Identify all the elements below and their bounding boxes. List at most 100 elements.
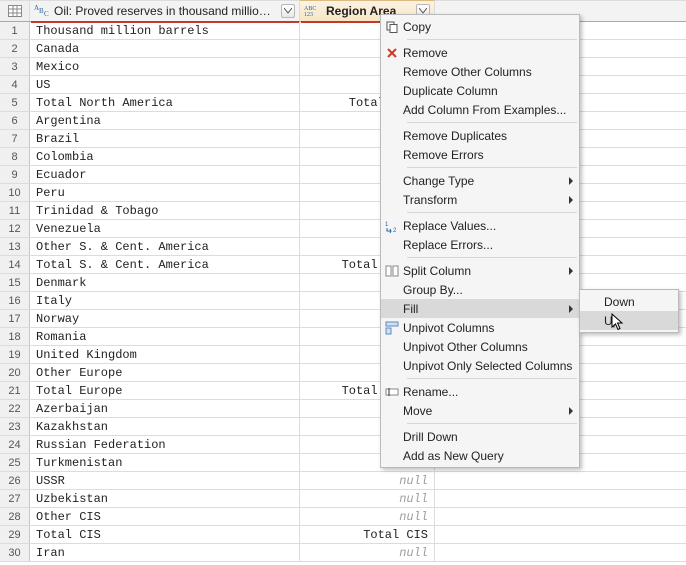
table-row[interactable]: 20Other Europe [0, 364, 686, 382]
cell[interactable]: Venezuela [30, 220, 300, 237]
row-number[interactable]: 25 [0, 454, 30, 471]
row-number[interactable]: 4 [0, 76, 30, 93]
menu-item-replace-values[interactable]: 12Replace Values... [381, 216, 579, 235]
cell[interactable]: null [300, 490, 435, 507]
row-number[interactable]: 11 [0, 202, 30, 219]
row-number[interactable]: 23 [0, 418, 30, 435]
table-row[interactable]: 25Turkmenistannull [0, 454, 686, 472]
row-number[interactable]: 5 [0, 94, 30, 111]
table-row[interactable]: 12Venezuela [0, 220, 686, 238]
cell[interactable]: Other S. & Cent. America [30, 238, 300, 255]
cell[interactable]: Mexico [30, 58, 300, 75]
menu-item-drill-down[interactable]: Drill Down [381, 427, 579, 446]
cell[interactable]: Other CIS [30, 508, 300, 525]
row-number[interactable]: 7 [0, 130, 30, 147]
row-number[interactable]: 26 [0, 472, 30, 489]
menu-item-group-by[interactable]: Group By... [381, 280, 579, 299]
cell[interactable]: null [300, 472, 435, 489]
row-number[interactable]: 9 [0, 166, 30, 183]
row-number[interactable]: 10 [0, 184, 30, 201]
menu-item-duplicate-column[interactable]: Duplicate Column [381, 81, 579, 100]
row-number[interactable]: 14 [0, 256, 30, 273]
table-row[interactable]: 19United Kingdom [0, 346, 686, 364]
cell[interactable]: Kazakhstan [30, 418, 300, 435]
table-row[interactable]: 10Peru [0, 184, 686, 202]
menu-item-unpivot-columns[interactable]: Unpivot Columns [381, 318, 579, 337]
cell[interactable]: Peru [30, 184, 300, 201]
cell[interactable]: Italy [30, 292, 300, 309]
table-row[interactable]: 11Trinidad & Tobago [0, 202, 686, 220]
row-number[interactable]: 20 [0, 364, 30, 381]
table-row[interactable]: 27Uzbekistannull [0, 490, 686, 508]
menu-item-add-as-new-query[interactable]: Add as New Query [381, 446, 579, 465]
table-row[interactable]: 8Colombia [0, 148, 686, 166]
cell[interactable]: Thousand million barrels [30, 22, 300, 39]
table-row[interactable]: 1Thousand million barrels [0, 22, 686, 40]
menu-item-replace-errors[interactable]: Replace Errors... [381, 235, 579, 254]
row-number[interactable]: 21 [0, 382, 30, 399]
table-row[interactable]: 2Canada [0, 40, 686, 58]
cell[interactable]: Total North America [30, 94, 300, 111]
row-number[interactable]: 6 [0, 112, 30, 129]
row-number[interactable]: 16 [0, 292, 30, 309]
menu-item-remove-duplicates[interactable]: Remove Duplicates [381, 126, 579, 145]
cell[interactable]: Denmark [30, 274, 300, 291]
menu-item-add-column-from-examples[interactable]: Add Column From Examples... [381, 100, 579, 119]
table-row[interactable]: 23Kazakhstan [0, 418, 686, 436]
table-row[interactable]: 13Other S. & Cent. America [0, 238, 686, 256]
table-row[interactable]: 29Total CISTotal CIS [0, 526, 686, 544]
cell[interactable]: null [300, 508, 435, 525]
cell[interactable]: Iran [30, 544, 300, 561]
menu-item-unpivot-other-columns[interactable]: Unpivot Other Columns [381, 337, 579, 356]
table-row[interactable]: 7Brazil [0, 130, 686, 148]
table-row[interactable]: 5Total North AmericaTotal North [0, 94, 686, 112]
row-number[interactable]: 8 [0, 148, 30, 165]
cell[interactable]: Norway [30, 310, 300, 327]
cell[interactable]: Other Europe [30, 364, 300, 381]
row-number[interactable]: 28 [0, 508, 30, 525]
menu-item-remove-other-columns[interactable]: Remove Other Columns [381, 62, 579, 81]
cell[interactable]: Total Europe [30, 382, 300, 399]
menu-item-remove-errors[interactable]: Remove Errors [381, 145, 579, 164]
cell[interactable]: Total CIS [30, 526, 300, 543]
row-number[interactable]: 27 [0, 490, 30, 507]
cell[interactable]: Uzbekistan [30, 490, 300, 507]
table-row[interactable]: 30Irannull [0, 544, 686, 562]
cell[interactable]: null [300, 544, 435, 561]
row-number[interactable]: 2 [0, 40, 30, 57]
table-row[interactable]: 22Azerbaijan [0, 400, 686, 418]
cell[interactable]: Russian Federation [30, 436, 300, 453]
table-row[interactable]: 26USSRnull [0, 472, 686, 490]
cell[interactable]: Romania [30, 328, 300, 345]
menu-item-copy[interactable]: Copy [381, 17, 579, 36]
cell[interactable]: Turkmenistan [30, 454, 300, 471]
submenu-item-down[interactable]: Down [580, 292, 678, 311]
table-row[interactable]: 24Russian Federation [0, 436, 686, 454]
table-row[interactable]: 9Ecuador [0, 166, 686, 184]
cell[interactable]: Canada [30, 40, 300, 57]
menu-item-rename[interactable]: Rename... [381, 382, 579, 401]
row-number[interactable]: 29 [0, 526, 30, 543]
cell[interactable]: Colombia [30, 148, 300, 165]
menu-item-move[interactable]: Move [381, 401, 579, 420]
cell[interactable]: Argentina [30, 112, 300, 129]
row-number[interactable]: 24 [0, 436, 30, 453]
row-number[interactable]: 22 [0, 400, 30, 417]
cell[interactable]: USSR [30, 472, 300, 489]
menu-item-unpivot-only-selected-columns[interactable]: Unpivot Only Selected Columns [381, 356, 579, 375]
row-number[interactable]: 18 [0, 328, 30, 345]
row-number[interactable]: 13 [0, 238, 30, 255]
table-row[interactable]: 3Mexico [0, 58, 686, 76]
row-number[interactable]: 1 [0, 22, 30, 39]
table-row[interactable]: 4US [0, 76, 686, 94]
table-row[interactable]: 6Argentina [0, 112, 686, 130]
table-row[interactable]: 28Other CISnull [0, 508, 686, 526]
menu-item-remove[interactable]: Remove [381, 43, 579, 62]
row-number[interactable]: 15 [0, 274, 30, 291]
menu-item-fill[interactable]: Fill [381, 299, 579, 318]
cell[interactable]: United Kingdom [30, 346, 300, 363]
menu-item-change-type[interactable]: Change Type [381, 171, 579, 190]
cell[interactable]: Azerbaijan [30, 400, 300, 417]
cell[interactable]: Total CIS [300, 526, 435, 543]
column-header-a[interactable]: A B C Oil: Proved reserves in thousand m… [30, 1, 300, 21]
